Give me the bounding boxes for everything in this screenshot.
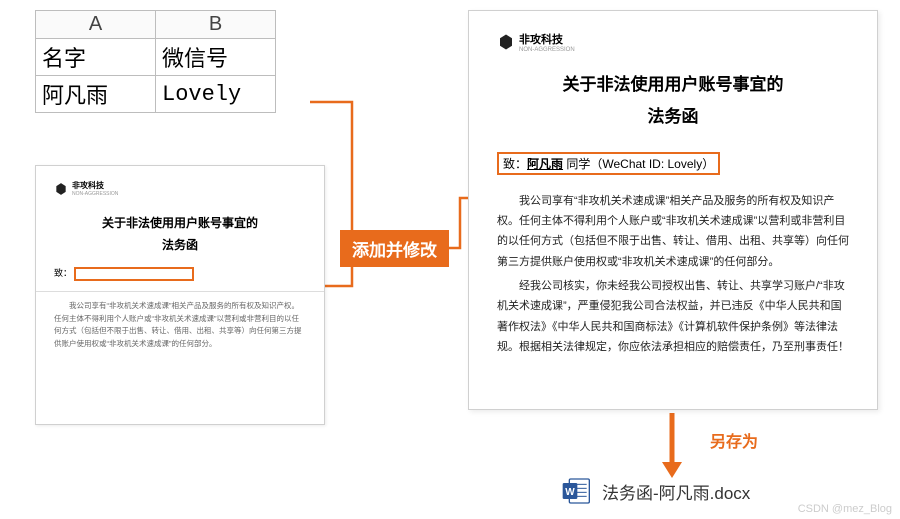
col-header-b: B xyxy=(156,11,276,39)
output-file: W 法务函-阿凡雨.docx xyxy=(560,475,750,507)
header-wechat: 微信号 xyxy=(156,39,276,76)
watermark: CSDN @mez_Blog xyxy=(798,503,892,515)
doc-title-large: 关于非法使用用户账号事宜的 法务函 xyxy=(497,69,849,134)
company-sub: NON-AGGRESSION xyxy=(72,191,118,197)
cell-name: 阿凡雨 xyxy=(36,76,156,113)
svg-text:W: W xyxy=(565,487,575,498)
template-document: 非攻科技 NON-AGGRESSION 关于非法使用用户账号事宜的 法务函 致：… xyxy=(35,165,325,425)
word-icon: W xyxy=(560,475,592,507)
header-name: 名字 xyxy=(36,39,156,76)
recipient-blank-box xyxy=(74,267,194,281)
logo-icon xyxy=(497,33,515,51)
recipient-line-blank: 致： xyxy=(54,266,306,281)
company-logo-large: 非攻科技 NON-AGGRESSION xyxy=(497,31,849,53)
recipient-line-filled: 致：阿凡雨 同学（WeChat ID: Lovely） xyxy=(497,152,849,175)
add-modify-label: 添加并修改 xyxy=(340,230,449,267)
logo-icon xyxy=(54,182,68,196)
output-document: 非攻科技 NON-AGGRESSION 关于非法使用用户账号事宜的 法务函 致：… xyxy=(468,10,878,410)
output-file-name: 法务函-阿凡雨.docx xyxy=(602,479,750,504)
excel-table: A B 名字 微信号 阿凡雨 Lovely xyxy=(35,10,276,113)
save-as-label: 另存为 xyxy=(710,428,758,452)
company-sub-large: NON-AGGRESSION xyxy=(519,47,575,53)
cell-wechat: Lovely xyxy=(156,76,276,113)
recipient-filled-box: 致：阿凡雨 同学（WeChat ID: Lovely） xyxy=(497,152,720,175)
company-name: 非攻科技 xyxy=(72,180,118,191)
doc-title: 关于非法使用用户账号事宜的 法务函 xyxy=(54,213,306,256)
company-name-large: 非攻科技 xyxy=(519,31,575,47)
doc-body-para1: 我公司享有“非攻机关术速成课”相关产品及服务的所有权及知识产权。任何主体不得利用… xyxy=(54,300,306,351)
company-logo: 非攻科技 NON-AGGRESSION xyxy=(54,180,306,197)
doc-body-para1-large: 我公司享有“非攻机关术速成课”相关产品及服务的所有权及知识产权。任何主体不得利用… xyxy=(497,191,849,272)
doc-body-para2-large: 经我公司核实，你未经我公司授权出售、转让、共享学习账户/“非攻机关术速成课”，严… xyxy=(497,276,849,357)
col-header-a: A xyxy=(36,11,156,39)
